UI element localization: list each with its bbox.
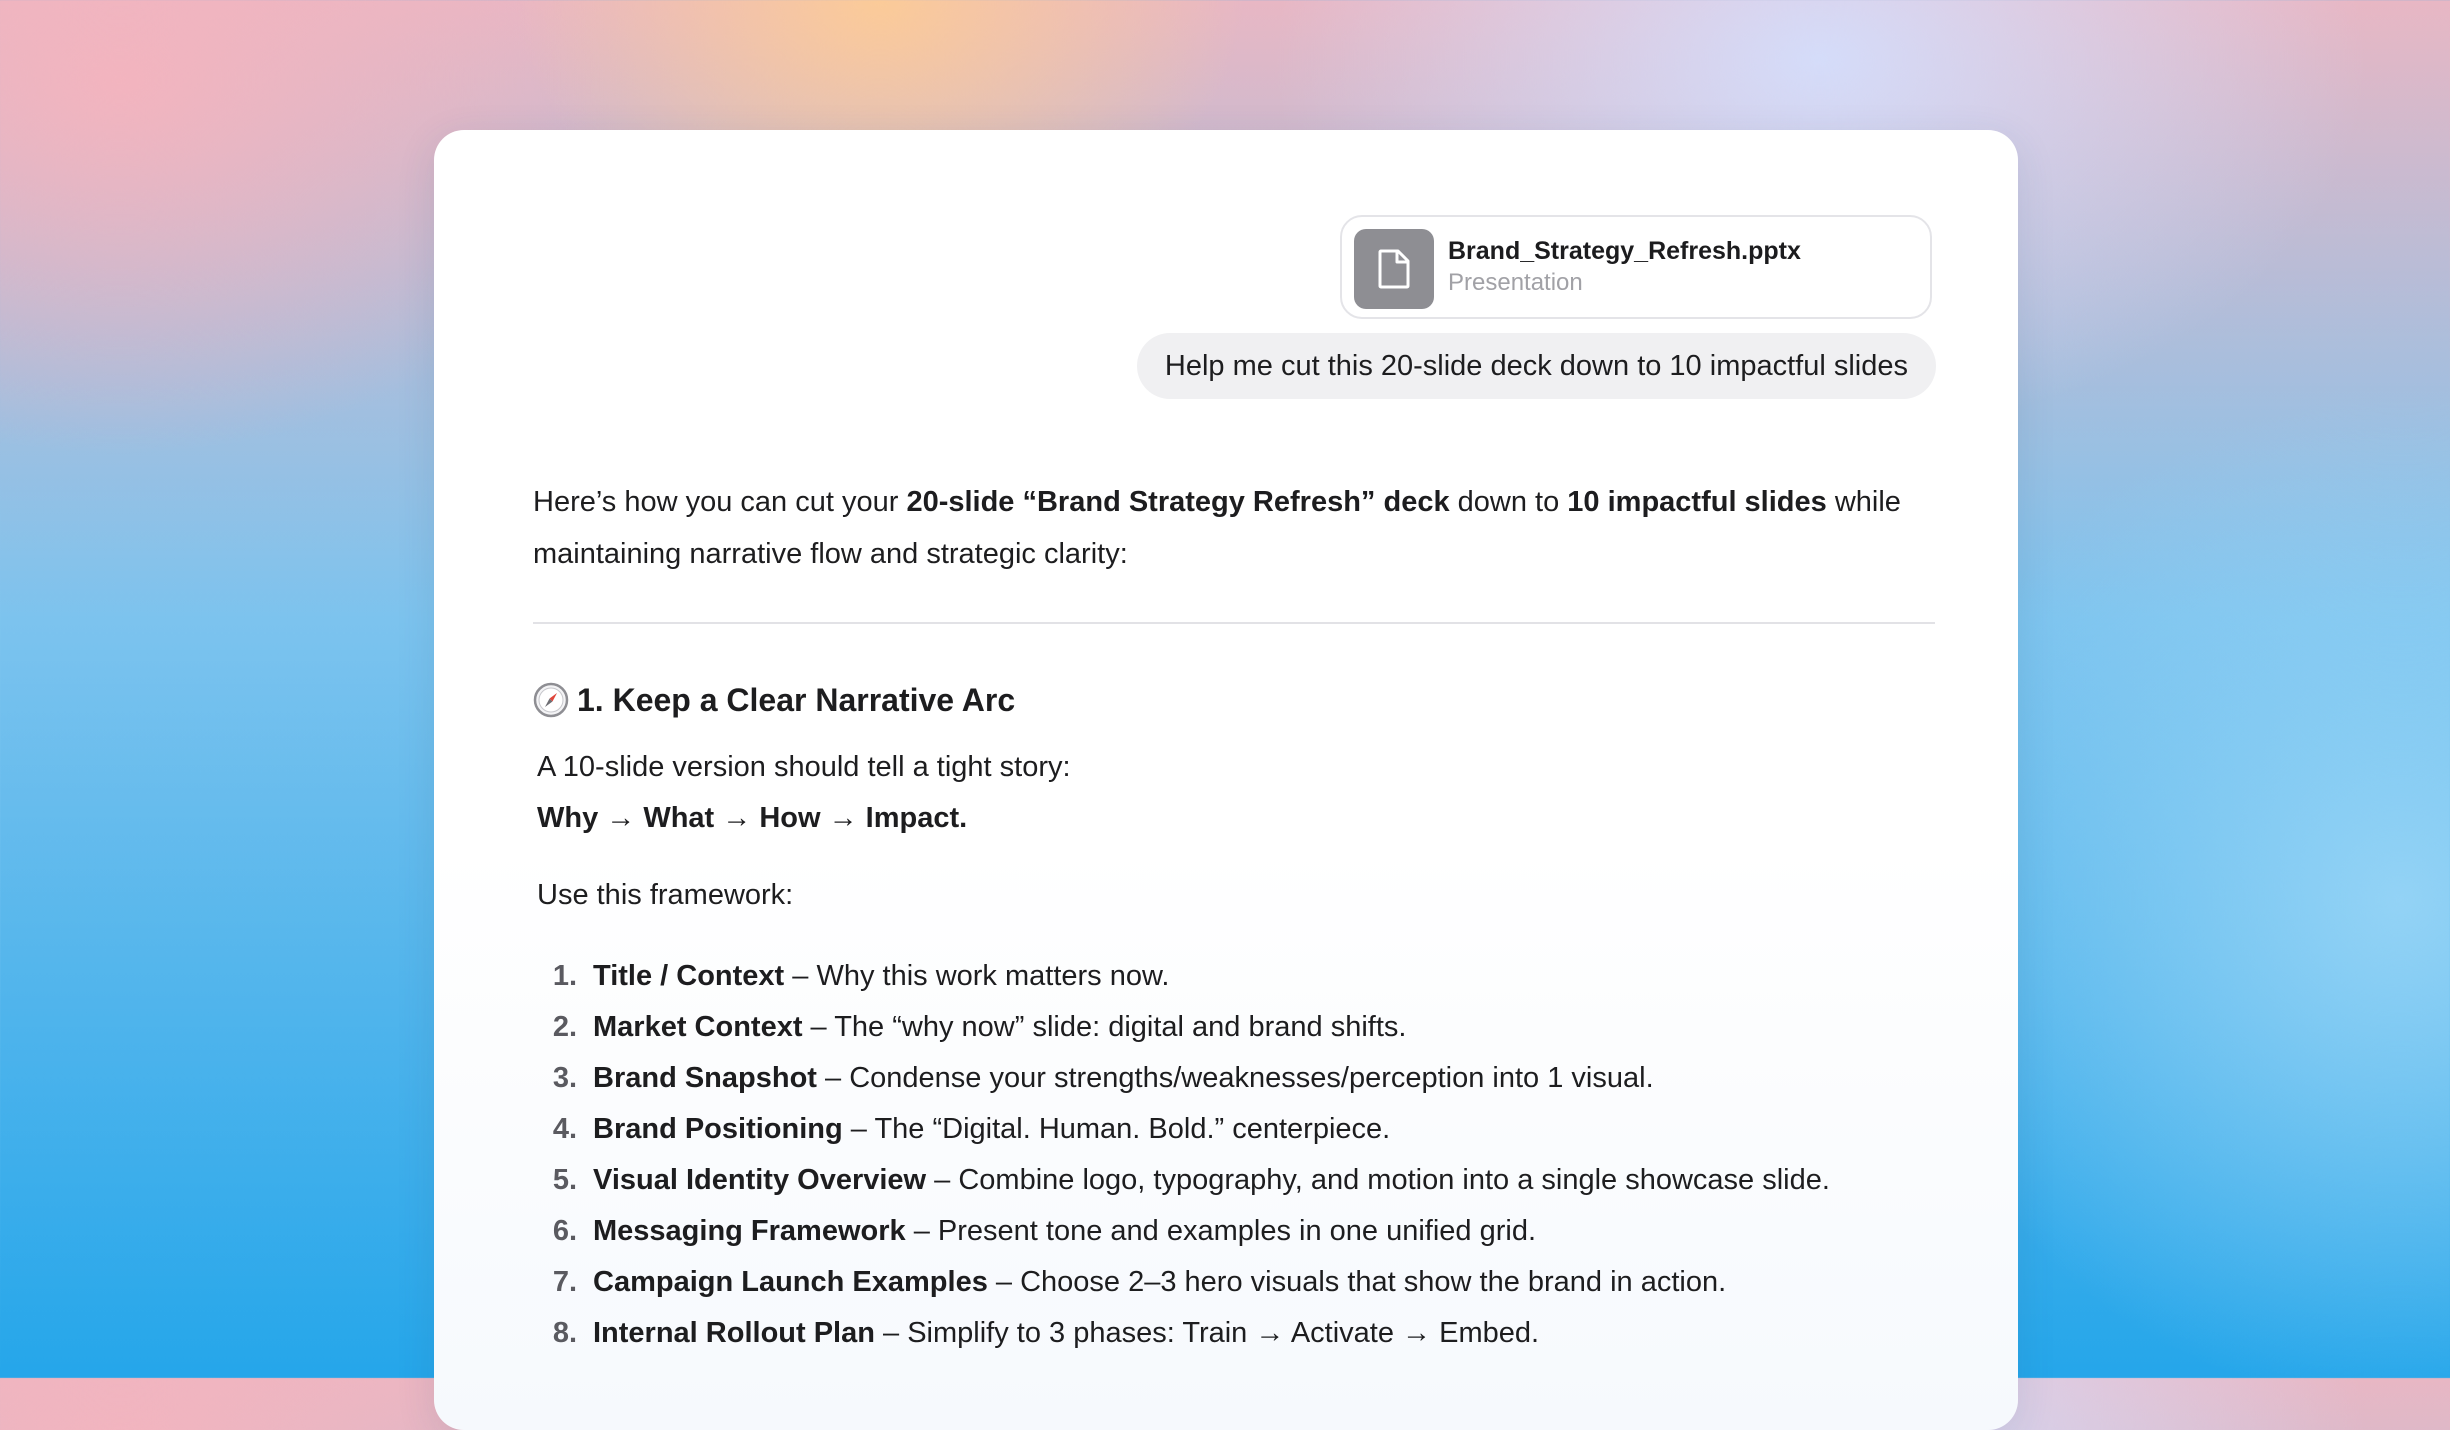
- list-item: 5. Visual Identity Overview – Combine log…: [533, 1155, 1935, 1206]
- list-item: 2. Market Context – The “why now” slide: …: [533, 1002, 1935, 1053]
- list-item: 6. Messaging Framework – Present tone and…: [533, 1206, 1935, 1257]
- list-term: Campaign Launch Examples: [593, 1266, 988, 1298]
- list-item: 1. Title / Context – Why this work matter…: [533, 951, 1935, 1002]
- list-number: 6.: [552, 1215, 577, 1247]
- divider: [533, 622, 1935, 624]
- story-line: A 10-slide version should tell a tight s…: [537, 751, 1071, 783]
- list-number: 8.: [552, 1317, 577, 1349]
- list-term: Visual Identity Overview: [593, 1164, 927, 1196]
- user-message-bubble: Help me cut this 20-slide deck down to 1…: [1136, 333, 1936, 399]
- list-item: 3. Brand Snapshot – Condense your strengt…: [533, 1053, 1935, 1104]
- list-desc: – Why this work matters now.: [784, 960, 1170, 992]
- list-term: Internal Rollout Plan: [593, 1317, 875, 1349]
- story-arc: Why → What → How → Impact.: [537, 802, 968, 834]
- section-heading: 1. Keep a Clear Narrative Arc: [533, 680, 1935, 720]
- chat-card: Brand_Strategy_Refresh.pptx Presentation…: [434, 130, 2018, 1430]
- list-item: 8. Internal Rollout Plan – Simplify to 3 …: [533, 1308, 1935, 1359]
- response-intro: Here’s how you can cut your 20-slide “Br…: [533, 476, 1935, 580]
- framework-label: Use this framework:: [537, 879, 794, 911]
- list-number: 3.: [552, 1062, 577, 1094]
- list-number: 4.: [552, 1113, 577, 1145]
- list-desc: – Condense your strengths/weaknesses/per…: [816, 1062, 1654, 1094]
- list-number: 7.: [552, 1266, 577, 1298]
- list-desc: – Simplify to 3 phases: Train → Activate…: [874, 1317, 1540, 1349]
- story-paragraph: A 10-slide version should tell a tight s…: [537, 742, 1935, 844]
- intro-text: down to: [1449, 486, 1568, 518]
- list-number: 5.: [552, 1164, 577, 1196]
- list-number: 2.: [552, 1011, 577, 1043]
- list-term: Brand Positioning: [593, 1113, 843, 1145]
- list-desc: – Present tone and examples in one unifi…: [905, 1215, 1537, 1247]
- list-number: 1.: [552, 960, 577, 992]
- list-term: Market Context: [593, 1011, 803, 1043]
- file-type: Presentation: [1448, 269, 1583, 296]
- list-term: Title / Context: [593, 960, 785, 992]
- document-icon: [1354, 229, 1434, 309]
- compass-icon: [533, 682, 569, 718]
- list-item: 7. Campaign Launch Examples – Choose 2–3 …: [533, 1257, 1935, 1308]
- file-name: Brand_Strategy_Refresh.pptx: [1448, 237, 1801, 265]
- list-term: Brand Snapshot: [593, 1062, 817, 1094]
- assistant-response: Here’s how you can cut your 20-slide “Br…: [533, 476, 1935, 1359]
- list-desc: – The “Digital. Human. Bold.” centerpiec…: [842, 1113, 1391, 1145]
- section-title: 1. Keep a Clear Narrative Arc: [577, 682, 1016, 718]
- list-item: 4. Brand Positioning – The “Digital. Huma…: [533, 1104, 1935, 1155]
- list-desc: – The “why now” slide: digital and brand…: [802, 1011, 1407, 1043]
- intro-text: Here’s how you can cut your: [533, 486, 907, 518]
- intro-bold-deck: 20-slide “Brand Strategy Refresh” deck: [906, 486, 1450, 518]
- list-term: Messaging Framework: [593, 1215, 906, 1247]
- file-attachment[interactable]: Brand_Strategy_Refresh.pptx Presentation: [1340, 215, 1932, 319]
- intro-bold-target: 10 impactful slides: [1567, 486, 1827, 518]
- framework-list: 1. Title / Context – Why this work matter…: [533, 951, 1935, 1359]
- list-desc: – Combine logo, typography, and motion i…: [926, 1164, 1830, 1196]
- list-desc: – Choose 2–3 hero visuals that show the …: [987, 1266, 1727, 1298]
